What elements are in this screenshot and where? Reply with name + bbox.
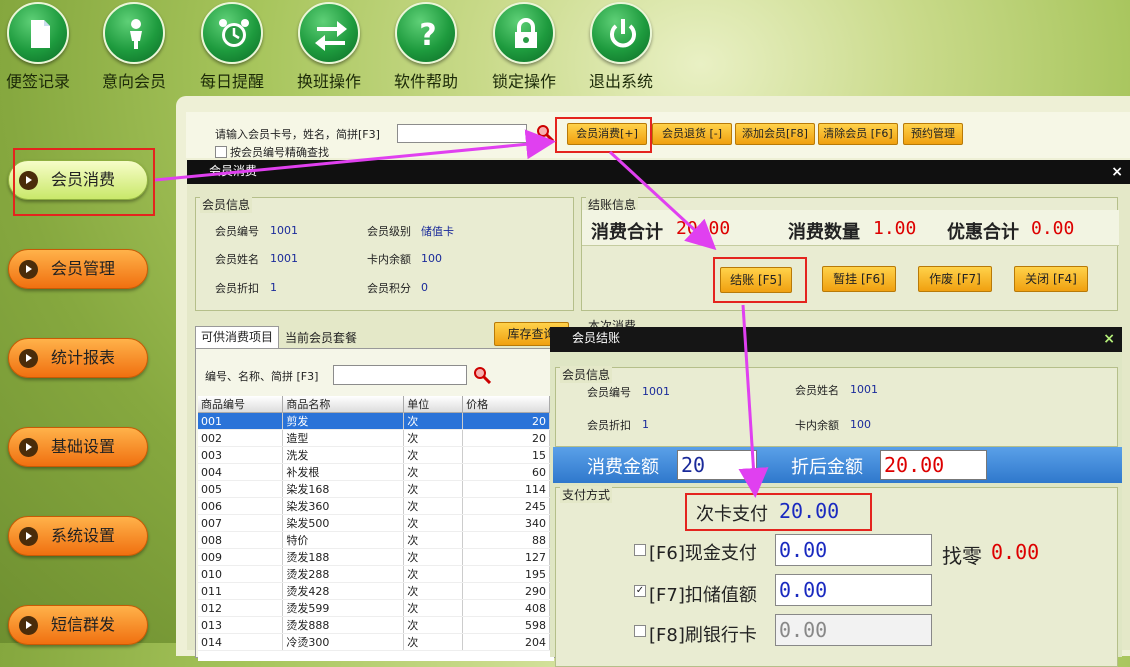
annotation-arrow — [608, 150, 717, 251]
annotation-arrow — [154, 129, 556, 182]
annotation-arrows — [154, 129, 769, 498]
annotation-arrow — [738, 304, 769, 498]
